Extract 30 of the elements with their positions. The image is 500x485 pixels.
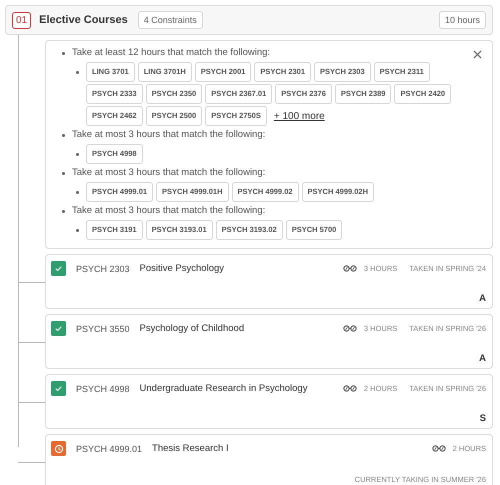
course-grade: A <box>479 353 486 364</box>
more-link[interactable]: + 100 more <box>274 110 325 122</box>
requirement-number: 01 <box>12 12 32 28</box>
clock-icon <box>51 441 66 456</box>
requirement-title: Elective Courses <box>39 14 128 26</box>
glasses-icon <box>432 445 446 452</box>
constraint-text: Take at most 3 hours that match the following: <box>72 128 266 142</box>
constraint-text: Take at least 12 hours that match the following: <box>72 46 270 60</box>
constraint-text: Take at most 3 hours that match the following: <box>72 166 266 180</box>
constraints-badge[interactable]: 4 Constraints <box>138 11 203 29</box>
checkmark-icon <box>51 321 66 336</box>
course-title: Undergraduate Research in Psychology <box>140 383 308 394</box>
course-title: Positive Psychology <box>140 263 224 274</box>
course-grade: S <box>480 413 486 424</box>
course-code: PSYCH 4998 <box>76 384 130 394</box>
course-grade: A <box>479 293 486 304</box>
glasses-icon <box>342 385 357 392</box>
course-title: Thesis Research I <box>152 443 229 454</box>
requirement-header[interactable]: 01 Elective Courses 4 Constraints 10 hours <box>5 5 493 35</box>
hours-badge: 10 hours <box>438 11 486 29</box>
constraint-text: Take at most 3 hours that match the following: <box>72 204 266 218</box>
course-code: PSYCH 3550 <box>76 324 130 334</box>
glasses-icon <box>342 325 357 332</box>
course-code: PSYCH 4999.01 <box>76 444 142 454</box>
checkmark-icon <box>51 261 66 276</box>
course-code: PSYCH 2303 <box>76 264 130 274</box>
checkmark-icon <box>51 381 66 396</box>
course-title: Psychology of Childhood <box>140 323 244 334</box>
close-icon[interactable] <box>473 50 482 59</box>
glasses-icon <box>342 265 357 272</box>
